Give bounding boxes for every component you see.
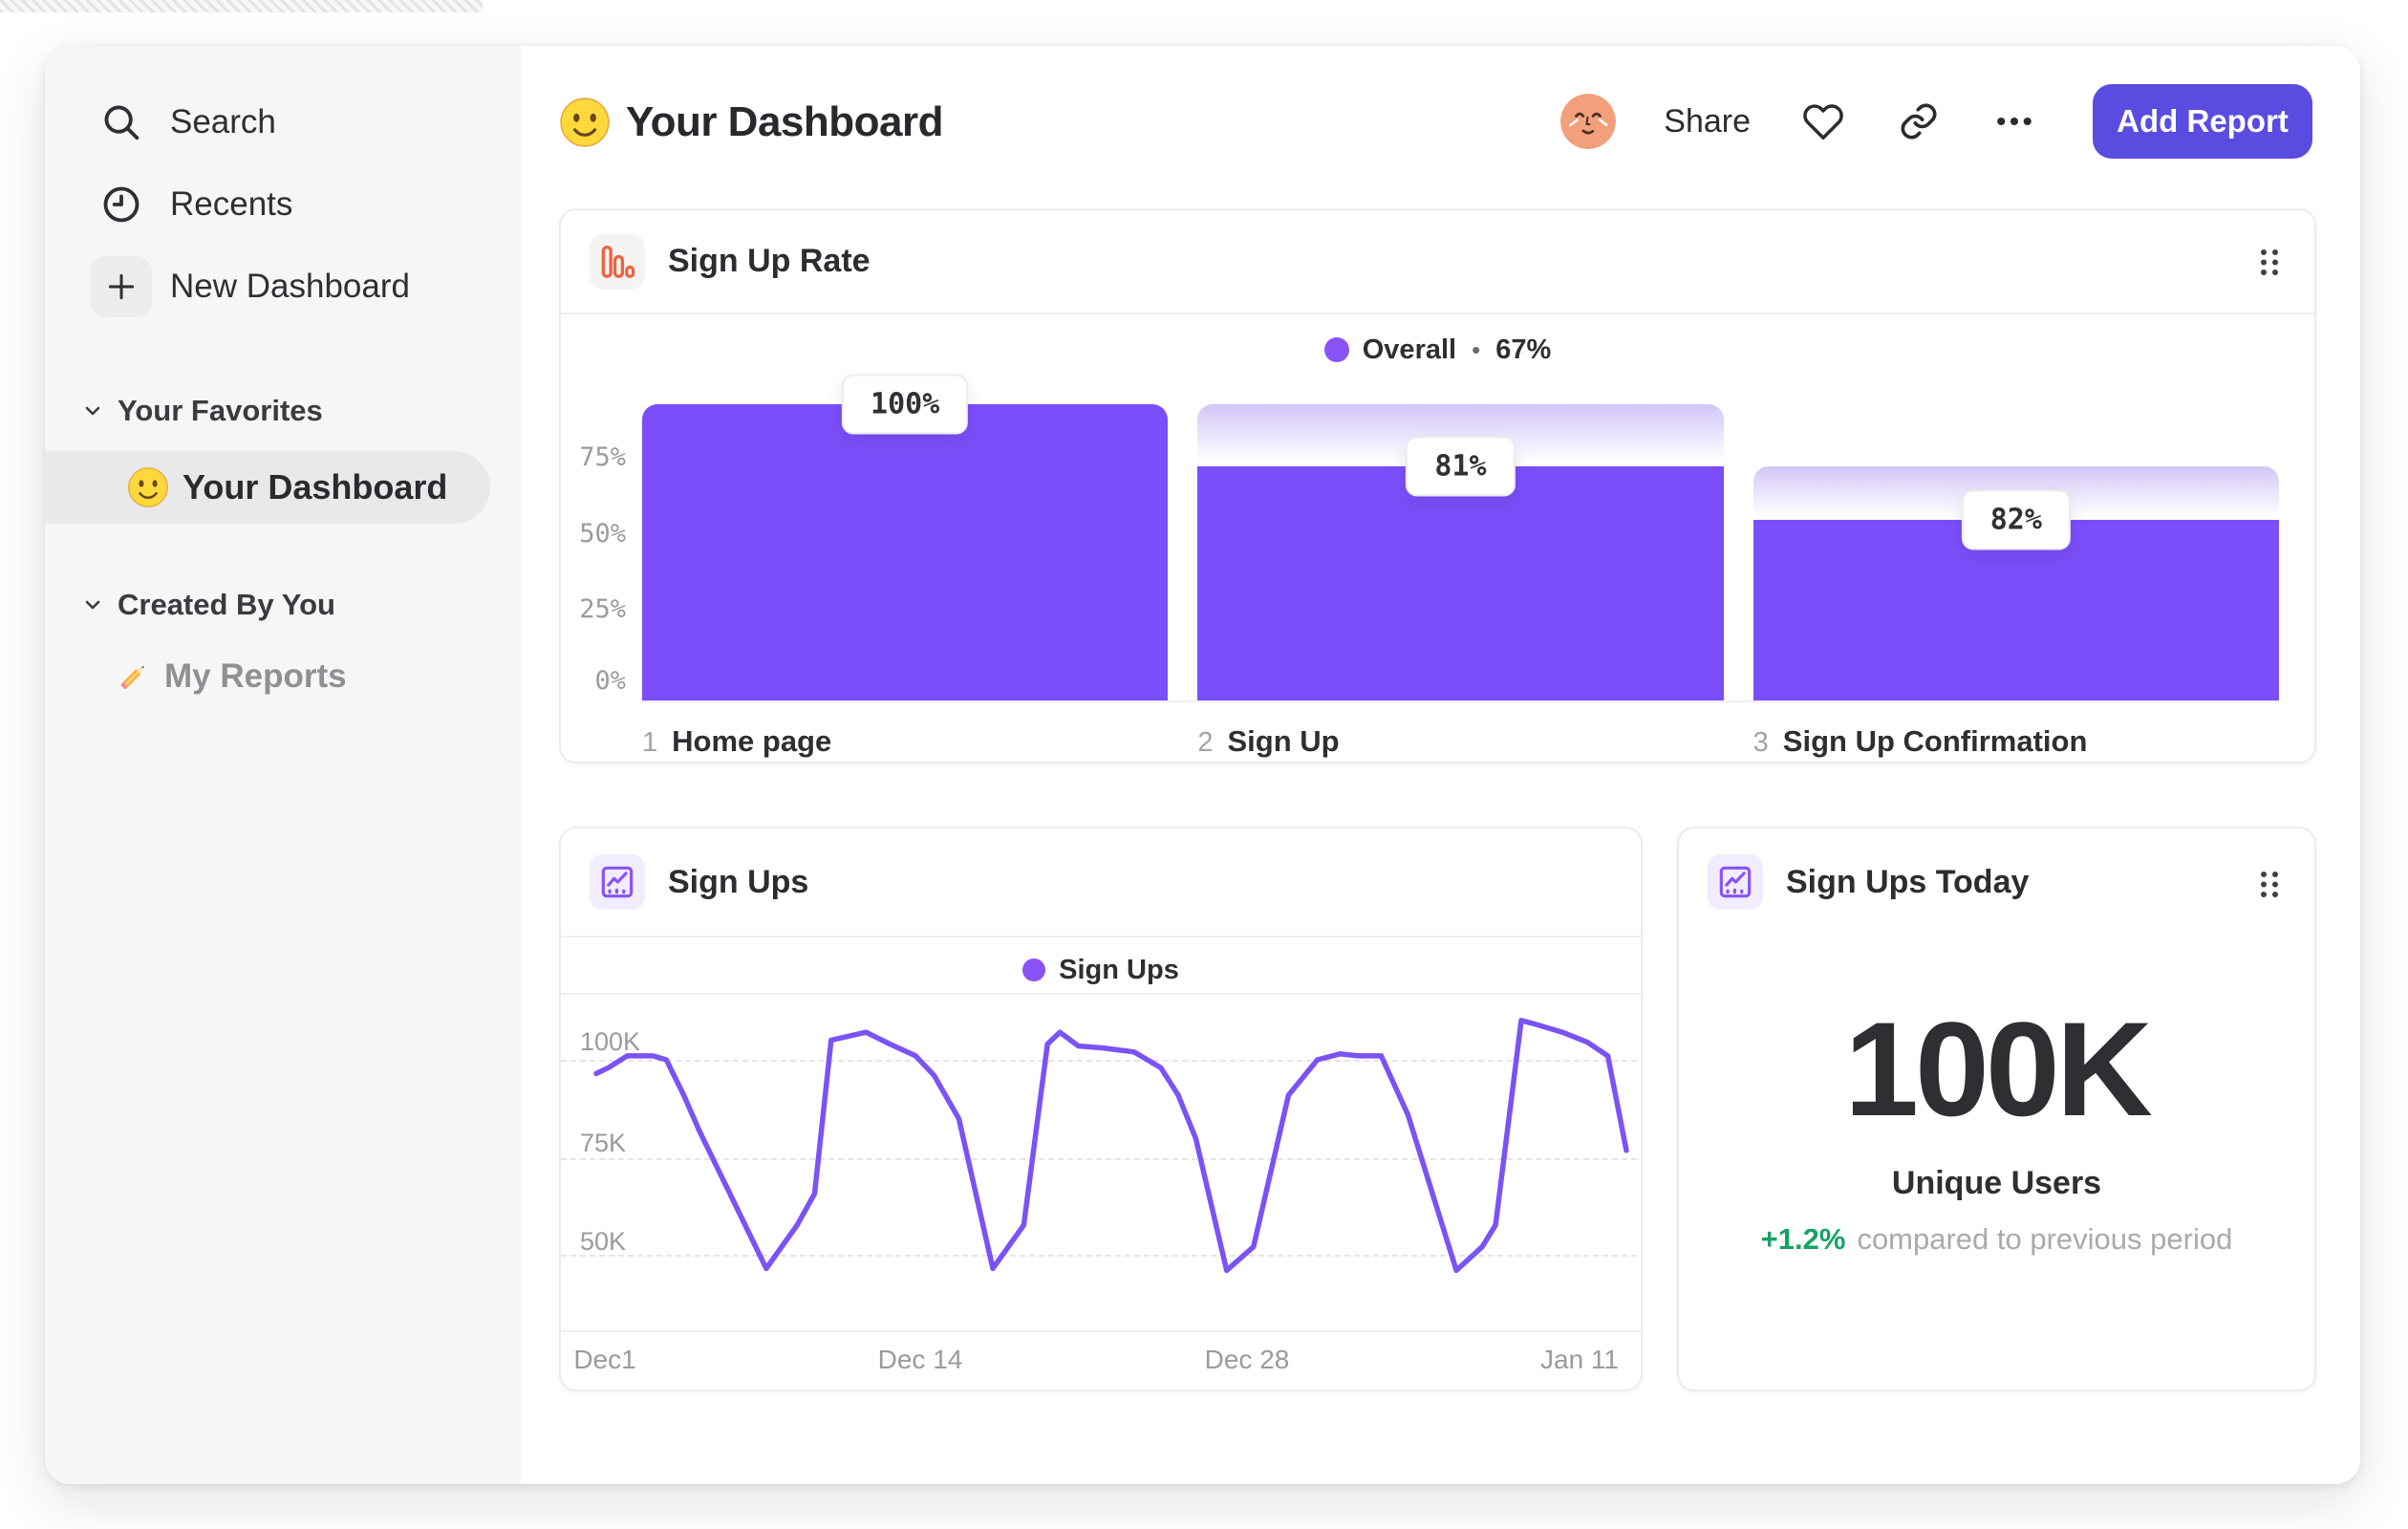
sidebar-item-your-dashboard[interactable]: Your Dashboard: [45, 451, 490, 524]
page: Search Recents New Dashboard Your Favori…: [0, 0, 2408, 1529]
funnel-bar-solid: [1197, 466, 1724, 700]
kpi-delta-note: compared to previous period: [1857, 1222, 2233, 1256]
section-title: Your Favorites: [118, 394, 323, 427]
funnel-step-label: 2 Sign Up: [1197, 724, 1723, 759]
clock-icon: [91, 174, 152, 235]
funnel-card: Sign Up Rate Overall • 67% 75% 50% 25% 0…: [559, 208, 2316, 764]
funnel-card-header: Sign Up Rate: [561, 210, 2314, 312]
step-name: Home page: [672, 724, 832, 758]
funnel-step-label: 1 Home page: [642, 724, 1168, 759]
sidebar: Search Recents New Dashboard Your Favori…: [45, 46, 521, 1484]
legend-dot: [1022, 958, 1046, 981]
kpi-delta-row: +1.2% compared to previous period: [1679, 1222, 2314, 1257]
line-legend[interactable]: Sign Ups: [561, 952, 1641, 988]
funnel-chart-icon: [590, 234, 645, 290]
pencil-emoji-icon: [120, 665, 144, 690]
legend-label: Sign Ups: [1059, 954, 1179, 985]
y-axis-tick: 50%: [579, 519, 626, 549]
page-title: Your Dashboard: [626, 98, 944, 145]
step-number: 3: [1752, 727, 1769, 758]
kpi-card: Sign Ups Today 100K Unique Users +1.2% co…: [1677, 827, 2316, 1391]
y-axis-tick: 0%: [594, 666, 626, 696]
x-axis-tick: Dec 28: [1204, 1345, 1290, 1374]
line-chart-icon: [590, 854, 645, 910]
legend-dot: [1323, 337, 1349, 362]
funnel-step-label: 3 Sign Up Confirmation: [1753, 724, 2279, 759]
sidebar-item-recents[interactable]: Recents: [91, 174, 292, 235]
funnel-bar[interactable]: 81%: [1197, 404, 1724, 700]
funnel-legend[interactable]: Overall • 67%: [561, 332, 2314, 368]
x-axis-tick: Jan 11: [1540, 1345, 1619, 1374]
drag-handle-icon[interactable]: [2255, 243, 2284, 281]
funnel-bar[interactable]: 100%: [642, 374, 1169, 700]
ellipsis-icon[interactable]: [1991, 98, 2037, 144]
add-report-button[interactable]: Add Report: [2093, 84, 2312, 159]
sidebar-item-label: Your Dashboard: [183, 467, 448, 506]
avatar[interactable]: [1560, 94, 1617, 149]
line-chart-icon: [1708, 854, 1763, 910]
funnel-value-tooltip: 100%: [842, 374, 969, 435]
sidebar-section-your-favorites[interactable]: Your Favorites: [81, 394, 323, 427]
sidebar-item-label: My Reports: [164, 657, 347, 695]
step-name: Sign Up Confirmation: [1782, 724, 2088, 758]
line-card-header: Sign Ups: [561, 829, 1641, 936]
kpi-card-header: Sign Ups Today: [1679, 829, 2314, 936]
funnel-bar-solid: [642, 404, 1169, 700]
funnel-value-tooltip: 82%: [1961, 489, 2071, 550]
legend-separator: •: [1472, 334, 1481, 364]
link-icon[interactable]: [1896, 98, 1942, 144]
kpi-metric-label: Unique Users: [1891, 1165, 2102, 1201]
app-window: Search Recents New Dashboard Your Favori…: [45, 46, 2360, 1484]
smiley-emoji-icon: [560, 97, 610, 147]
step-name: Sign Up: [1227, 724, 1340, 758]
card-title: Sign Ups Today: [1786, 863, 2030, 900]
chevron-down-icon: [85, 406, 100, 416]
share-button[interactable]: Share: [1664, 103, 1751, 140]
sidebar-item-label: New Dashboard: [170, 268, 410, 305]
funnel-value-tooltip: 81%: [1406, 436, 1516, 497]
page-title-row: Your Dashboard: [559, 94, 944, 151]
step-number: 2: [1197, 727, 1214, 758]
sidebar-item-label: Recents: [170, 185, 293, 223]
line-plot: 100K 75K 50K: [561, 996, 1637, 1330]
legend-value: 67%: [1495, 334, 1552, 365]
kpi-value: 100K: [1844, 994, 2153, 1144]
sidebar-item-label: Search: [170, 103, 276, 140]
section-title: Created By You: [118, 588, 335, 621]
divider: [561, 1330, 1641, 1332]
chevron-down-icon: [85, 600, 100, 610]
header-actions: Share Add Report: [1560, 46, 2312, 197]
funnel-bar[interactable]: 82%: [1752, 404, 2279, 700]
sidebar-item-my-reports[interactable]: My Reports: [115, 654, 347, 700]
sidebar-item-new-dashboard[interactable]: New Dashboard: [91, 256, 410, 317]
line-chart-card: Sign Ups Sign Ups 100K 75K 50K Dec1 Dec 14 D…: [559, 827, 1643, 1391]
funnel-x-axis: 1 Home page 2 Sign Up 3 Sign Up Confirmation: [642, 724, 2279, 759]
card-title: Sign Up Rate: [668, 243, 871, 279]
smiley-emoji-icon: [128, 467, 168, 507]
main-content: Your Dashboard Share Add Report Sign Up …: [521, 46, 2360, 1484]
drag-handle-icon[interactable]: [2255, 865, 2284, 903]
plus-icon: [91, 256, 152, 317]
top-edge-artifact: [0, 0, 483, 12]
y-axis-tick: 25%: [579, 594, 626, 624]
divider: [561, 993, 1641, 995]
funnel-plot: 100% 81% 82%: [642, 374, 2279, 702]
y-axis-tick: 75%: [579, 442, 626, 472]
divider: [561, 312, 2314, 314]
sidebar-section-created-by-you[interactable]: Created By You: [81, 588, 335, 621]
search-icon: [91, 92, 152, 153]
divider: [561, 936, 1641, 937]
legend-label: Overall: [1362, 334, 1457, 365]
heart-icon[interactable]: [1800, 98, 1846, 144]
sign-ups-line-series[interactable]: [561, 996, 1637, 1330]
x-axis-tick: Dec1: [573, 1345, 636, 1374]
sidebar-item-search[interactable]: Search: [91, 92, 276, 153]
kpi-delta-value: +1.2%: [1760, 1222, 1846, 1256]
card-title: Sign Ups: [668, 863, 809, 900]
step-number: 1: [642, 727, 658, 758]
x-axis-tick: Dec 14: [877, 1345, 963, 1374]
